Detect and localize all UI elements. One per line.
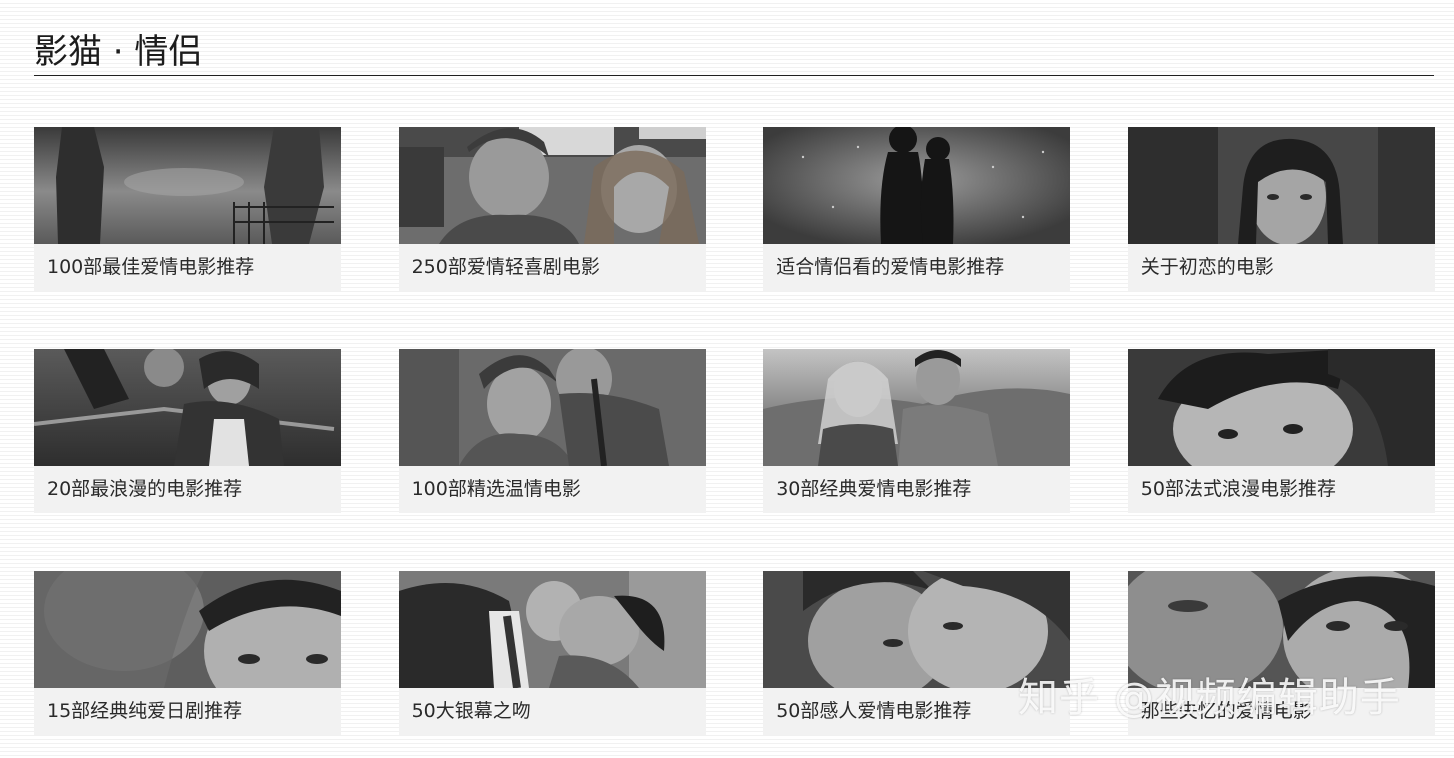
card-title[interactable]: 30部经典爱情电影推荐 — [763, 466, 1070, 513]
card-thumbnail[interactable] — [1127, 571, 1435, 688]
collection-card[interactable]: 那些失忆的爱情电影 — [1127, 571, 1435, 735]
collection-card[interactable]: 250部爱情轻喜剧电影 — [398, 127, 706, 291]
card-thumbnail[interactable] — [398, 571, 706, 688]
card-thumbnail[interactable] — [398, 349, 706, 466]
card-title[interactable]: 50部法式浪漫电影推荐 — [1128, 466, 1435, 513]
card-thumbnail[interactable] — [1127, 127, 1435, 244]
thumbnail-image — [763, 349, 1071, 466]
card-thumbnail[interactable] — [34, 349, 341, 466]
thumbnail-image — [34, 571, 341, 688]
collection-card[interactable]: 适合情侣看的爱情电影推荐 — [763, 127, 1071, 291]
thumbnail-image — [1127, 127, 1435, 244]
card-title[interactable]: 100部精选温情电影 — [399, 466, 706, 513]
collection-card[interactable]: 50部法式浪漫电影推荐 — [1127, 349, 1435, 513]
card-title[interactable]: 20部最浪漫的电影推荐 — [34, 466, 341, 513]
collection-card[interactable]: 100部最佳爱情电影推荐 — [34, 127, 341, 291]
card-thumbnail[interactable] — [763, 571, 1071, 688]
collection-grid: 100部最佳爱情电影推荐 250部爱情轻喜剧电影 适合情侣看的爱情电影推荐 关于… — [34, 127, 1435, 735]
thumbnail-image — [1127, 349, 1435, 466]
collection-card[interactable]: 关于初恋的电影 — [1127, 127, 1435, 291]
card-title[interactable]: 250部爱情轻喜剧电影 — [399, 244, 706, 291]
card-thumbnail[interactable] — [763, 349, 1071, 466]
card-thumbnail[interactable] — [34, 571, 341, 688]
card-thumbnail[interactable] — [34, 127, 341, 244]
card-thumbnail[interactable] — [763, 127, 1071, 244]
thumbnail-image — [398, 127, 706, 244]
collection-card[interactable]: 50部感人爱情电影推荐 — [763, 571, 1071, 735]
card-title[interactable]: 100部最佳爱情电影推荐 — [34, 244, 341, 291]
card-title[interactable]: 关于初恋的电影 — [1128, 244, 1435, 291]
card-title[interactable]: 50大银幕之吻 — [399, 688, 706, 735]
card-title[interactable]: 50部感人爱情电影推荐 — [763, 688, 1070, 735]
card-thumbnail[interactable] — [398, 127, 706, 244]
thumbnail-image — [1127, 571, 1435, 688]
collection-card[interactable]: 50大银幕之吻 — [398, 571, 706, 735]
thumbnail-image — [398, 349, 706, 466]
page-title: 影猫 · 情侣 — [34, 32, 203, 72]
thumbnail-image — [763, 127, 1071, 244]
collection-card[interactable]: 30部经典爱情电影推荐 — [763, 349, 1071, 513]
collection-card[interactable]: 15部经典纯爱日剧推荐 — [34, 571, 341, 735]
thumbnail-image — [34, 127, 341, 244]
card-thumbnail[interactable] — [1127, 349, 1435, 466]
card-title[interactable]: 那些失忆的爱情电影 — [1128, 688, 1435, 735]
card-title[interactable]: 适合情侣看的爱情电影推荐 — [763, 244, 1070, 291]
thumbnail-image — [763, 571, 1071, 688]
title-divider — [34, 75, 1434, 76]
thumbnail-image — [398, 571, 706, 688]
collection-card[interactable]: 100部精选温情电影 — [398, 349, 706, 513]
thumbnail-image — [34, 349, 341, 466]
collection-card[interactable]: 20部最浪漫的电影推荐 — [34, 349, 341, 513]
card-title[interactable]: 15部经典纯爱日剧推荐 — [34, 688, 341, 735]
